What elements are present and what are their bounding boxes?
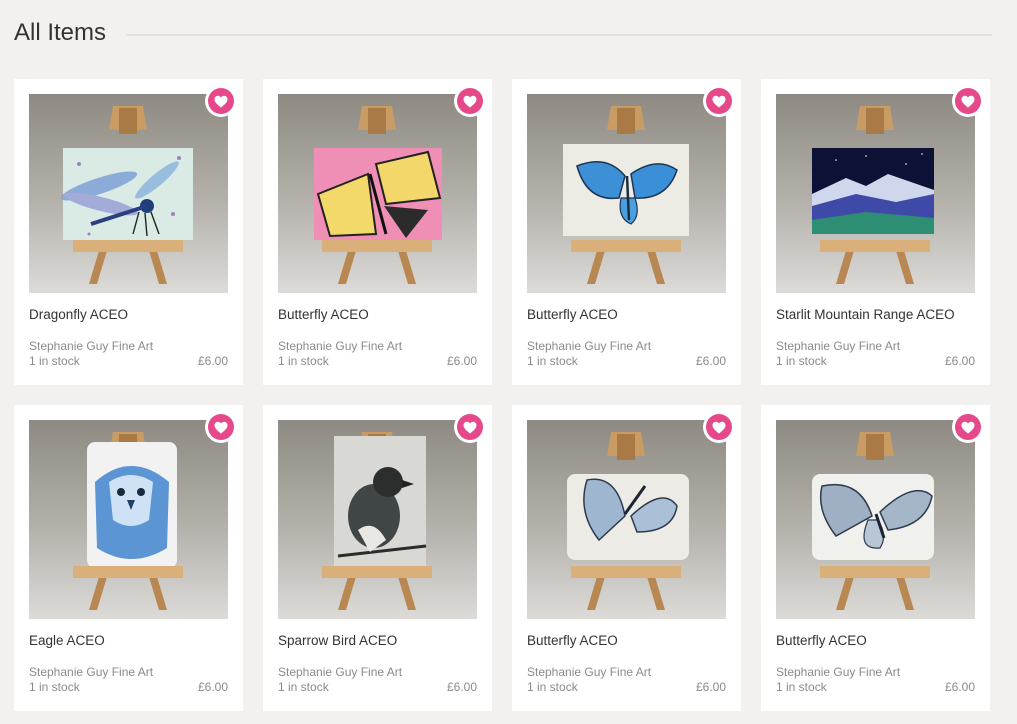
product-image[interactable] bbox=[527, 94, 726, 293]
heart-icon bbox=[208, 414, 234, 440]
heart-icon bbox=[955, 414, 981, 440]
stock-status: 1 in stock bbox=[29, 354, 80, 368]
product-price: £6.00 bbox=[197, 680, 228, 694]
seller-name[interactable]: Stephanie Guy Fine Art bbox=[776, 339, 975, 354]
product-card: Dragonfly ACEO Stephanie Guy Fine Art 1 … bbox=[14, 79, 243, 385]
product-image[interactable] bbox=[776, 420, 975, 619]
section-title: All Items bbox=[14, 19, 107, 46]
product-price: £6.00 bbox=[695, 354, 726, 368]
product-image[interactable] bbox=[776, 94, 975, 293]
stock-status: 1 in stock bbox=[278, 680, 329, 694]
heart-icon bbox=[457, 88, 483, 114]
product-card: Butterfly ACEO Stephanie Guy Fine Art 1 … bbox=[512, 405, 741, 711]
product-image[interactable] bbox=[29, 94, 228, 293]
product-card: Butterfly ACEO Stephanie Guy Fine Art 1 … bbox=[512, 79, 741, 385]
heart-icon bbox=[457, 414, 483, 440]
stock-status: 1 in stock bbox=[776, 680, 827, 694]
blue-butterfly-painting bbox=[527, 94, 726, 293]
product-price: £6.00 bbox=[197, 354, 228, 368]
product-card: Starlit Mountain Range ACEO Stephanie Gu… bbox=[761, 79, 990, 385]
product-meta: 1 in stock £6.00 bbox=[776, 680, 975, 695]
heart-icon bbox=[706, 88, 732, 114]
seller-name[interactable]: Stephanie Guy Fine Art bbox=[278, 339, 477, 354]
yellow-butterfly-painting bbox=[278, 94, 477, 293]
heart-icon bbox=[955, 88, 981, 114]
stock-status: 1 in stock bbox=[527, 354, 578, 368]
product-title[interactable]: Starlit Mountain Range ACEO bbox=[776, 307, 975, 323]
product-title[interactable]: Eagle ACEO bbox=[29, 633, 228, 649]
seller-name[interactable]: Stephanie Guy Fine Art bbox=[776, 665, 975, 680]
favorite-button[interactable] bbox=[205, 85, 237, 117]
product-meta: 1 in stock £6.00 bbox=[527, 354, 726, 369]
product-card: Eagle ACEO Stephanie Guy Fine Art 1 in s… bbox=[14, 405, 243, 711]
seller-name[interactable]: Stephanie Guy Fine Art bbox=[278, 665, 477, 680]
heart-icon bbox=[706, 414, 732, 440]
eagle-painting bbox=[29, 420, 228, 619]
product-card: Butterfly ACEO Stephanie Guy Fine Art 1 … bbox=[263, 79, 492, 385]
grey-moth-painting bbox=[776, 420, 975, 619]
favorite-button[interactable] bbox=[952, 411, 984, 443]
favorite-button[interactable] bbox=[454, 411, 486, 443]
seller-name[interactable]: Stephanie Guy Fine Art bbox=[29, 339, 228, 354]
favorite-button[interactable] bbox=[454, 85, 486, 117]
product-title[interactable]: Butterfly ACEO bbox=[776, 633, 975, 649]
product-title[interactable]: Sparrow Bird ACEO bbox=[278, 633, 477, 649]
section-divider bbox=[126, 34, 992, 36]
favorite-button[interactable] bbox=[205, 411, 237, 443]
stock-status: 1 in stock bbox=[29, 680, 80, 694]
product-image[interactable] bbox=[527, 420, 726, 619]
product-image[interactable] bbox=[278, 420, 477, 619]
product-title[interactable]: Butterfly ACEO bbox=[527, 633, 726, 649]
seller-name[interactable]: Stephanie Guy Fine Art bbox=[29, 665, 228, 680]
favorite-button[interactable] bbox=[703, 85, 735, 117]
product-title[interactable]: Butterfly ACEO bbox=[278, 307, 477, 323]
blue-moth-painting bbox=[527, 420, 726, 619]
product-image[interactable] bbox=[278, 94, 477, 293]
product-price: £6.00 bbox=[695, 680, 726, 694]
product-meta: 1 in stock £6.00 bbox=[776, 354, 975, 369]
section-header: All Items bbox=[14, 18, 992, 48]
mountains-painting bbox=[776, 94, 975, 293]
product-title[interactable]: Butterfly ACEO bbox=[527, 307, 726, 323]
sparrow-painting bbox=[278, 420, 477, 619]
product-price: £6.00 bbox=[944, 354, 975, 368]
dragonfly-painting bbox=[29, 94, 228, 293]
product-image[interactable] bbox=[29, 420, 228, 619]
heart-icon bbox=[208, 88, 234, 114]
stock-status: 1 in stock bbox=[776, 354, 827, 368]
product-meta: 1 in stock £6.00 bbox=[29, 354, 228, 369]
stock-status: 1 in stock bbox=[278, 354, 329, 368]
product-card: Sparrow Bird ACEO Stephanie Guy Fine Art… bbox=[263, 405, 492, 711]
product-price: £6.00 bbox=[446, 680, 477, 694]
product-price: £6.00 bbox=[446, 354, 477, 368]
favorite-button[interactable] bbox=[703, 411, 735, 443]
product-meta: 1 in stock £6.00 bbox=[29, 680, 228, 695]
product-grid: Dragonfly ACEO Stephanie Guy Fine Art 1 … bbox=[14, 79, 992, 711]
product-meta: 1 in stock £6.00 bbox=[278, 354, 477, 369]
favorite-button[interactable] bbox=[952, 85, 984, 117]
seller-name[interactable]: Stephanie Guy Fine Art bbox=[527, 339, 726, 354]
stock-status: 1 in stock bbox=[527, 680, 578, 694]
product-meta: 1 in stock £6.00 bbox=[278, 680, 477, 695]
product-title[interactable]: Dragonfly ACEO bbox=[29, 307, 228, 323]
product-card: Butterfly ACEO Stephanie Guy Fine Art 1 … bbox=[761, 405, 990, 711]
product-meta: 1 in stock £6.00 bbox=[527, 680, 726, 695]
seller-name[interactable]: Stephanie Guy Fine Art bbox=[527, 665, 726, 680]
product-price: £6.00 bbox=[944, 680, 975, 694]
